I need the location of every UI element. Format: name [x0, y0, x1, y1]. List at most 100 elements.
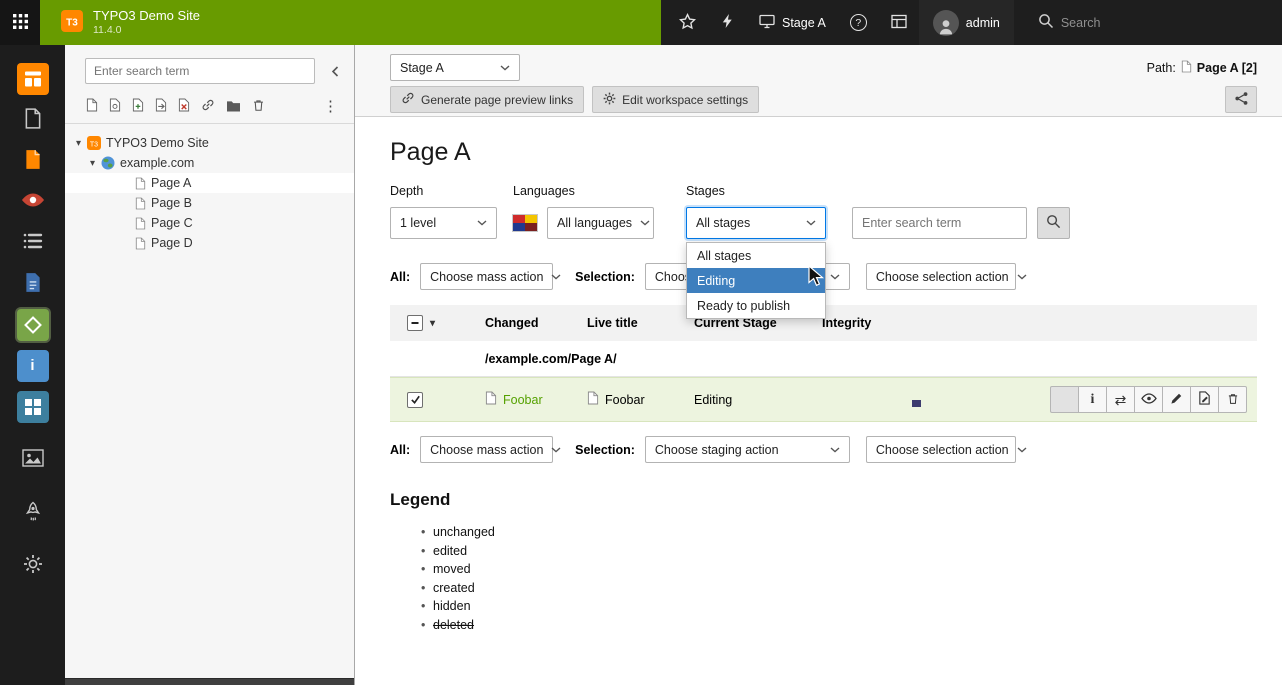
page-tree-panel: ⋮ ▾ T3 TYPO3 Demo Site ▾ example.com	[65, 45, 355, 685]
tree-node-site[interactable]: ▾ example.com	[65, 153, 354, 173]
stages-select[interactable]: All stages	[686, 207, 826, 239]
new-page-icon[interactable]	[86, 98, 98, 115]
module-list[interactable]	[0, 222, 65, 263]
all-label: All:	[390, 270, 410, 284]
eye-icon	[21, 192, 45, 211]
module-workspaces[interactable]	[0, 304, 65, 345]
record-actions: i ⇄	[1050, 386, 1247, 413]
languages-filter: Languages All languages	[513, 184, 654, 239]
help-menu[interactable]: ?	[838, 0, 879, 45]
workspace-indicator[interactable]: Stage A	[747, 0, 838, 45]
column-header-integrity: Integrity	[822, 316, 912, 330]
languages-select-value: All languages	[557, 216, 632, 230]
module-upgrade[interactable]	[0, 492, 65, 533]
module-view-page[interactable]	[0, 99, 65, 140]
tree-node-page-d[interactable]: Page D	[65, 233, 354, 253]
depth-select-value: 1 level	[400, 216, 436, 230]
legend-title: Legend	[390, 490, 1257, 510]
column-header-changed: Changed	[485, 316, 587, 330]
module-info-document[interactable]	[0, 263, 65, 304]
site-brand[interactable]: T3 TYPO3 Demo Site 11.4.0	[40, 0, 661, 45]
module-filelist[interactable]	[0, 140, 65, 181]
trash-icon[interactable]	[252, 98, 265, 115]
info-button[interactable]: i	[1078, 386, 1107, 413]
workspace-records-table: ▾ Changed Live title Current Stage Integ…	[390, 305, 1257, 422]
legend-list: unchanged edited moved created hidden de…	[390, 523, 1257, 635]
bookmark-button[interactable]	[667, 0, 708, 45]
list-rows-icon	[23, 232, 43, 253]
document-edit-icon	[1198, 391, 1211, 408]
tree-resize-handle[interactable]	[65, 678, 354, 685]
stages-option-editing[interactable]: Editing	[687, 268, 825, 293]
module-info[interactable]: i	[0, 345, 65, 386]
stages-option-all[interactable]: All stages	[687, 243, 825, 268]
selection-action-select-bottom[interactable]: Choose selection action	[866, 436, 1016, 463]
edit-button[interactable]	[1162, 386, 1191, 413]
module-template[interactable]	[0, 386, 65, 427]
delete-button[interactable]	[1218, 386, 1247, 413]
preview-button[interactable]	[1134, 386, 1163, 413]
tree-node-page-c[interactable]: Page C	[65, 213, 354, 233]
page-move-icon[interactable]	[155, 98, 167, 115]
legend-item-moved: moved	[421, 560, 1257, 579]
staging-action-select-bottom[interactable]: Choose staging action	[645, 436, 850, 463]
languages-select[interactable]: All languages	[547, 207, 654, 239]
caret-down-icon[interactable]: ▾	[72, 138, 85, 149]
share-button[interactable]	[1225, 86, 1257, 113]
record-search-button[interactable]	[1037, 207, 1070, 239]
tree-node-root[interactable]: ▾ T3 TYPO3 Demo Site	[65, 133, 354, 153]
module-settings[interactable]	[0, 545, 65, 586]
row-checkbox[interactable]	[407, 392, 423, 408]
system-info-menu[interactable]	[879, 0, 919, 45]
mass-action-select-bottom[interactable]: Choose mass action	[420, 436, 553, 463]
workspace-stage-select[interactable]: Stage A	[390, 54, 520, 81]
blue-document-icon	[24, 272, 42, 296]
send-to-stage-button[interactable]: ⇄	[1106, 386, 1135, 413]
module-page-layout[interactable]	[0, 58, 65, 99]
languages-label: Languages	[513, 184, 654, 198]
typo3-backend: T3 TYPO3 Demo Site 11.4.0	[0, 0, 1282, 685]
site-version: 11.4.0	[93, 24, 200, 37]
tree-search-input[interactable]	[85, 58, 315, 84]
tree-more-options-button[interactable]: ⋮	[315, 99, 346, 114]
chevron-down-icon	[830, 274, 840, 280]
page-icon	[135, 217, 146, 230]
caret-down-icon[interactable]: ▾	[86, 158, 99, 169]
folder-icon[interactable]	[226, 99, 241, 115]
record-search-input[interactable]	[852, 207, 1027, 239]
tree-node-page-b[interactable]: Page B	[65, 193, 354, 213]
legend-item-deleted: deleted	[421, 616, 1257, 635]
page-delete-icon[interactable]	[178, 98, 190, 115]
chevron-down-icon	[477, 220, 487, 226]
gear-icon	[23, 554, 43, 577]
star-icon	[679, 13, 696, 33]
info-icon: i	[17, 350, 49, 382]
stages-dropdown-menu: All stages Editing Ready to publish	[686, 242, 826, 319]
grid-icon	[13, 14, 28, 32]
user-menu[interactable]: admin	[919, 0, 1014, 45]
selection-action-select-top[interactable]: Choose selection action	[866, 263, 1016, 290]
topbar-search[interactable]: Search	[1026, 0, 1113, 45]
link-icon[interactable]	[201, 98, 215, 115]
collapse-tree-button[interactable]	[324, 60, 346, 82]
page-preview-icon[interactable]	[109, 98, 121, 115]
tree-node-page-a[interactable]: Page A	[65, 173, 354, 193]
edit-workspace-settings-button[interactable]: Edit workspace settings	[592, 86, 759, 113]
page-add-icon[interactable]	[132, 98, 144, 115]
selection-dropdown-caret[interactable]: ▾	[430, 318, 435, 329]
mass-action-select-top[interactable]: Choose mass action	[420, 263, 553, 290]
stages-option-ready[interactable]: Ready to publish	[687, 293, 825, 318]
modules-toggle-button[interactable]	[0, 0, 40, 45]
changed-record-title[interactable]: Foobar	[503, 393, 543, 407]
edit-record-button[interactable]	[1190, 386, 1219, 413]
clear-cache-button[interactable]	[708, 0, 747, 45]
chevron-down-icon	[806, 220, 816, 226]
page-icon	[1181, 60, 1192, 76]
module-media[interactable]	[0, 439, 65, 480]
depth-select[interactable]: 1 level	[390, 207, 497, 239]
select-all-checkbox[interactable]	[407, 315, 423, 331]
module-view[interactable]	[0, 181, 65, 222]
path-label: Path:	[1147, 61, 1176, 75]
info-icon: i	[1091, 392, 1095, 408]
generate-preview-links-button[interactable]: Generate page preview links	[390, 86, 584, 113]
